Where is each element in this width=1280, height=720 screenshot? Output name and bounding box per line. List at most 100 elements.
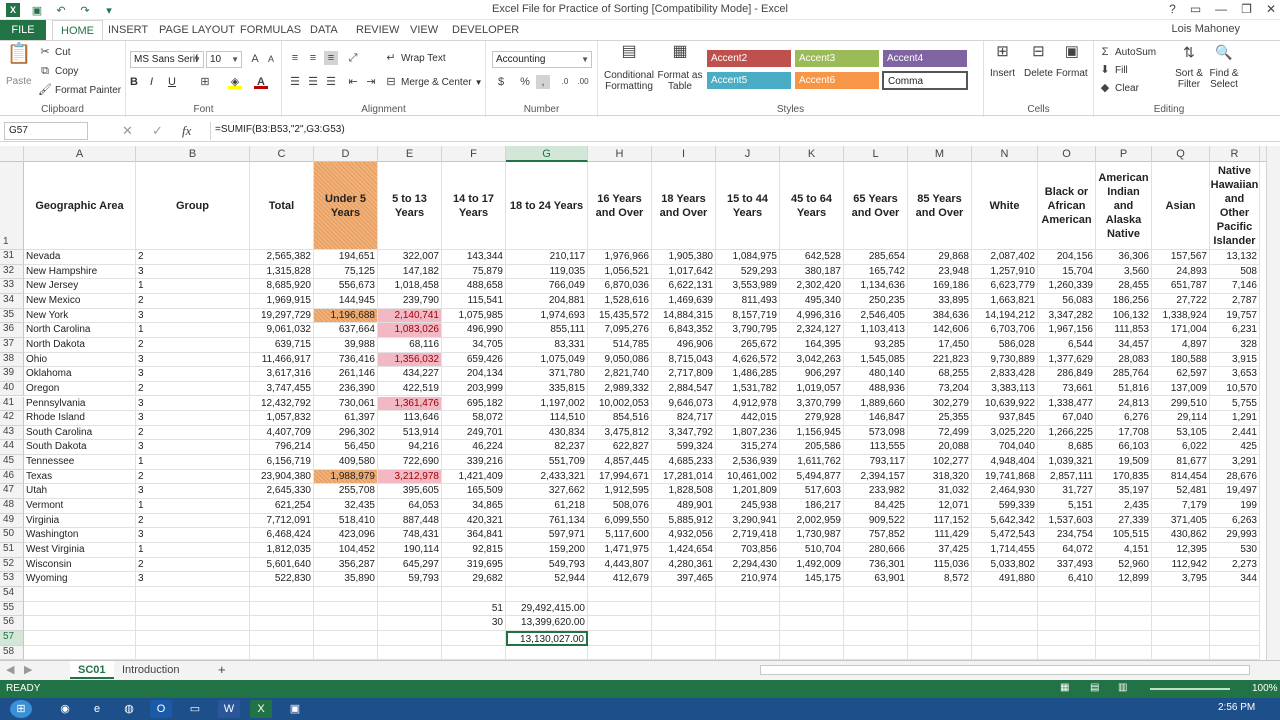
data-cell[interactable]: 145,175 bbox=[780, 572, 844, 587]
data-cell[interactable]: 6,703,706 bbox=[972, 323, 1038, 338]
data-cell[interactable]: 1,103,413 bbox=[844, 323, 908, 338]
data-cell[interactable]: 236,390 bbox=[314, 381, 378, 397]
borders-button[interactable]: ⊞ bbox=[198, 75, 212, 89]
sheet-tab-introduction[interactable]: Introduction bbox=[114, 661, 187, 679]
data-cell[interactable]: 56,450 bbox=[314, 440, 378, 456]
find-select-button[interactable]: 🔍 Find & Select bbox=[1206, 45, 1242, 90]
group-cell[interactable]: 3 bbox=[136, 484, 250, 500]
geographic-area-cell[interactable]: Oklahoma bbox=[24, 367, 136, 382]
data-cell[interactable]: 384,636 bbox=[908, 308, 972, 324]
geographic-area-cell[interactable]: North Dakota bbox=[24, 337, 136, 353]
column-header-q[interactable]: Q bbox=[1152, 146, 1210, 162]
data-cell[interactable]: 2,717,809 bbox=[652, 367, 716, 382]
data-cell[interactable]: 29,114 bbox=[1152, 411, 1210, 426]
column-title-cell[interactable]: White bbox=[972, 162, 1038, 250]
horizontal-scrollbar[interactable] bbox=[760, 665, 1250, 675]
data-cell[interactable]: 549,793 bbox=[506, 557, 588, 573]
data-cell[interactable]: 1,492,009 bbox=[780, 557, 844, 573]
data-cell[interactable]: 234,754 bbox=[1038, 528, 1096, 543]
data-cell[interactable]: 75,125 bbox=[314, 264, 378, 280]
geographic-area-cell[interactable]: Rhode Island bbox=[24, 411, 136, 426]
data-cell[interactable]: 2,087,402 bbox=[972, 250, 1038, 265]
data-cell[interactable]: 164,395 bbox=[780, 337, 844, 353]
data-cell[interactable]: 1,260,339 bbox=[1038, 279, 1096, 294]
empty-cell[interactable] bbox=[972, 630, 1038, 646]
decrease-indent-button[interactable]: ⇤ bbox=[346, 75, 360, 89]
empty-cell[interactable] bbox=[250, 586, 314, 602]
empty-cell[interactable] bbox=[716, 630, 780, 646]
empty-cell[interactable] bbox=[24, 616, 136, 631]
column-title-cell[interactable]: 15 to 44 Years bbox=[716, 162, 780, 250]
data-cell[interactable]: 3,042,263 bbox=[780, 352, 844, 368]
data-cell[interactable]: 6,544 bbox=[1038, 337, 1096, 353]
page-break-view-icon[interactable]: ▥ bbox=[1118, 682, 1127, 693]
cell-style-accent5[interactable]: Accent5 bbox=[706, 71, 792, 90]
column-header-g[interactable]: G bbox=[506, 146, 588, 162]
data-cell[interactable]: 115,036 bbox=[908, 557, 972, 573]
data-cell[interactable]: 111,853 bbox=[1096, 323, 1152, 338]
format-painter-button[interactable]: 🖌 Format Painter bbox=[38, 83, 121, 97]
enter-icon[interactable]: ✓ bbox=[152, 123, 163, 139]
minimize-button[interactable]: — bbox=[1215, 2, 1227, 16]
row-header-45[interactable]: 45 bbox=[0, 455, 24, 470]
data-cell[interactable]: 335,815 bbox=[506, 381, 588, 397]
group-cell[interactable]: 3 bbox=[136, 528, 250, 543]
empty-cell[interactable] bbox=[1152, 630, 1210, 646]
data-cell[interactable]: 285,764 bbox=[1096, 367, 1152, 382]
empty-cell[interactable] bbox=[716, 645, 780, 660]
group-cell[interactable]: 3 bbox=[136, 440, 250, 456]
data-cell[interactable]: 380,187 bbox=[780, 264, 844, 280]
data-cell[interactable]: 356,287 bbox=[314, 557, 378, 573]
group-cell[interactable]: 1 bbox=[136, 543, 250, 558]
data-cell[interactable]: 937,845 bbox=[972, 411, 1038, 426]
data-cell[interactable]: 8,685,920 bbox=[250, 279, 314, 294]
data-cell[interactable]: 286,849 bbox=[1038, 367, 1096, 382]
empty-cell[interactable] bbox=[1152, 601, 1210, 617]
data-cell[interactable]: 6,468,424 bbox=[250, 528, 314, 543]
empty-cell[interactable] bbox=[1210, 645, 1260, 660]
column-title-cell[interactable]: Under 5 Years bbox=[314, 162, 378, 250]
active-cell-g57[interactable]: 13,130,027.00 bbox=[506, 630, 588, 646]
empty-cell[interactable] bbox=[780, 645, 844, 660]
empty-cell[interactable] bbox=[1038, 601, 1096, 617]
data-cell[interactable]: 2,645,330 bbox=[250, 484, 314, 500]
geographic-area-cell[interactable]: Virginia bbox=[24, 513, 136, 529]
row-header-51[interactable]: 51 bbox=[0, 543, 24, 558]
data-cell[interactable]: 1,545,085 bbox=[844, 352, 908, 368]
data-cell[interactable]: 1,974,693 bbox=[506, 308, 588, 324]
data-cell[interactable]: 165,509 bbox=[442, 484, 506, 500]
increase-decimal-button[interactable]: .0 bbox=[558, 75, 572, 89]
row-header-55[interactable]: 55 bbox=[0, 601, 24, 617]
group-cell[interactable]: 2 bbox=[136, 337, 250, 353]
data-cell[interactable]: 39,988 bbox=[314, 337, 378, 353]
data-cell[interactable]: 35,890 bbox=[314, 572, 378, 587]
empty-cell[interactable] bbox=[1152, 645, 1210, 660]
data-cell[interactable]: 4,996,316 bbox=[780, 308, 844, 324]
data-cell[interactable]: 7,095,276 bbox=[588, 323, 652, 338]
data-cell[interactable]: 1,905,380 bbox=[652, 250, 716, 265]
data-cell[interactable]: 68,116 bbox=[378, 337, 442, 353]
data-cell[interactable]: 12,899 bbox=[1096, 572, 1152, 587]
data-cell[interactable]: 8,572 bbox=[908, 572, 972, 587]
data-cell[interactable]: 530 bbox=[1210, 543, 1260, 558]
data-cell[interactable]: 2,273 bbox=[1210, 557, 1260, 573]
data-cell[interactable]: 327,662 bbox=[506, 484, 588, 500]
data-cell[interactable]: 147,182 bbox=[378, 264, 442, 280]
row-header-36[interactable]: 36 bbox=[0, 323, 24, 338]
data-cell[interactable]: 29,993 bbox=[1210, 528, 1260, 543]
column-title-cell[interactable]: Black or African American bbox=[1038, 162, 1096, 250]
data-cell[interactable]: 24,893 bbox=[1152, 264, 1210, 280]
data-cell[interactable]: 1,967,156 bbox=[1038, 323, 1096, 338]
paste-button[interactable]: 📋 Paste bbox=[6, 44, 32, 87]
data-cell[interactable]: 5,151 bbox=[1038, 499, 1096, 514]
autosum-button[interactable]: Σ AutoSum bbox=[1098, 45, 1157, 59]
data-cell[interactable]: 491,880 bbox=[972, 572, 1038, 587]
column-title-cell[interactable]: Total bbox=[250, 162, 314, 250]
data-cell[interactable]: 4,857,445 bbox=[588, 455, 652, 470]
empty-cell[interactable] bbox=[972, 601, 1038, 617]
sum-cell[interactable] bbox=[506, 645, 588, 660]
data-cell[interactable]: 730,061 bbox=[314, 396, 378, 412]
empty-cell[interactable] bbox=[780, 586, 844, 602]
data-cell[interactable]: 143,344 bbox=[442, 250, 506, 265]
data-cell[interactable]: 1,531,782 bbox=[716, 381, 780, 397]
